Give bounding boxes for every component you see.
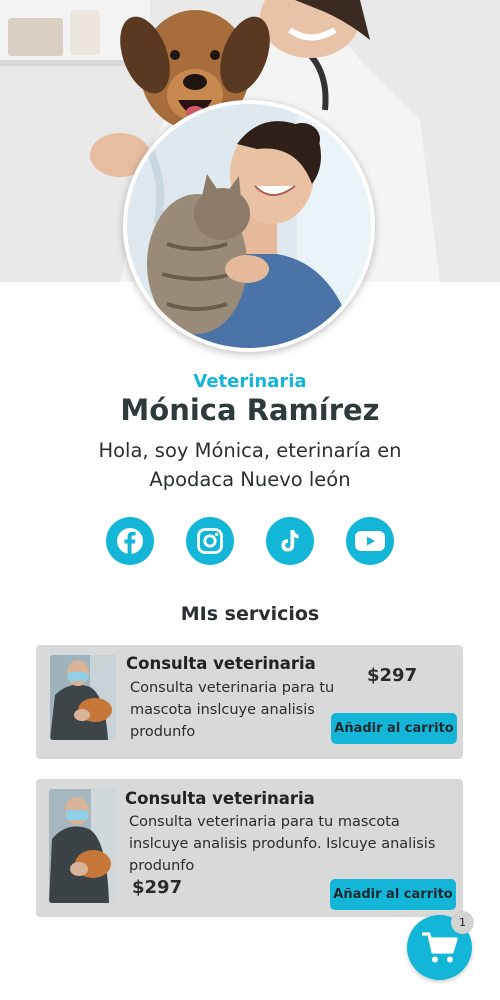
service-card: Consulta veterinaria Consulta veterinari…	[36, 645, 463, 759]
instagram-icon	[197, 528, 223, 554]
service-title: Consulta veterinaria	[125, 789, 315, 808]
youtube-button[interactable]	[346, 517, 394, 565]
facebook-icon	[117, 528, 143, 554]
add-to-cart-button[interactable]: Añadir al carrito	[330, 879, 456, 910]
tiktok-icon	[281, 530, 299, 552]
service-image	[50, 655, 116, 740]
service-description: Consulta veterinaria para tu mascota ins…	[129, 814, 436, 874]
profile-name: Mónica Ramírez	[120, 393, 380, 427]
service-price: $297	[367, 665, 418, 686]
service-image	[49, 789, 115, 903]
profile-role: Veterinaria	[193, 371, 307, 392]
youtube-icon	[355, 531, 385, 551]
instagram-button[interactable]	[186, 517, 234, 565]
service-card: Consulta veterinaria Consulta veterinari…	[36, 779, 463, 917]
tiktok-button[interactable]	[266, 517, 314, 565]
service-title: Consulta veterinaria	[126, 654, 316, 673]
service-description: Consulta veterinaria para tu mascota ins…	[130, 680, 335, 740]
service-price: $297	[132, 877, 183, 898]
profile-bio: Hola, soy Mónica, eterinaría en Apodaca …	[98, 439, 402, 491]
shopping-cart-icon	[421, 931, 458, 962]
cart-count-badge: 1	[451, 911, 474, 934]
facebook-button[interactable]	[106, 517, 154, 565]
profile-avatar	[123, 100, 375, 352]
services-heading: MIs servicios	[180, 603, 320, 625]
add-to-cart-button[interactable]: Añadir al carrito	[331, 713, 457, 744]
